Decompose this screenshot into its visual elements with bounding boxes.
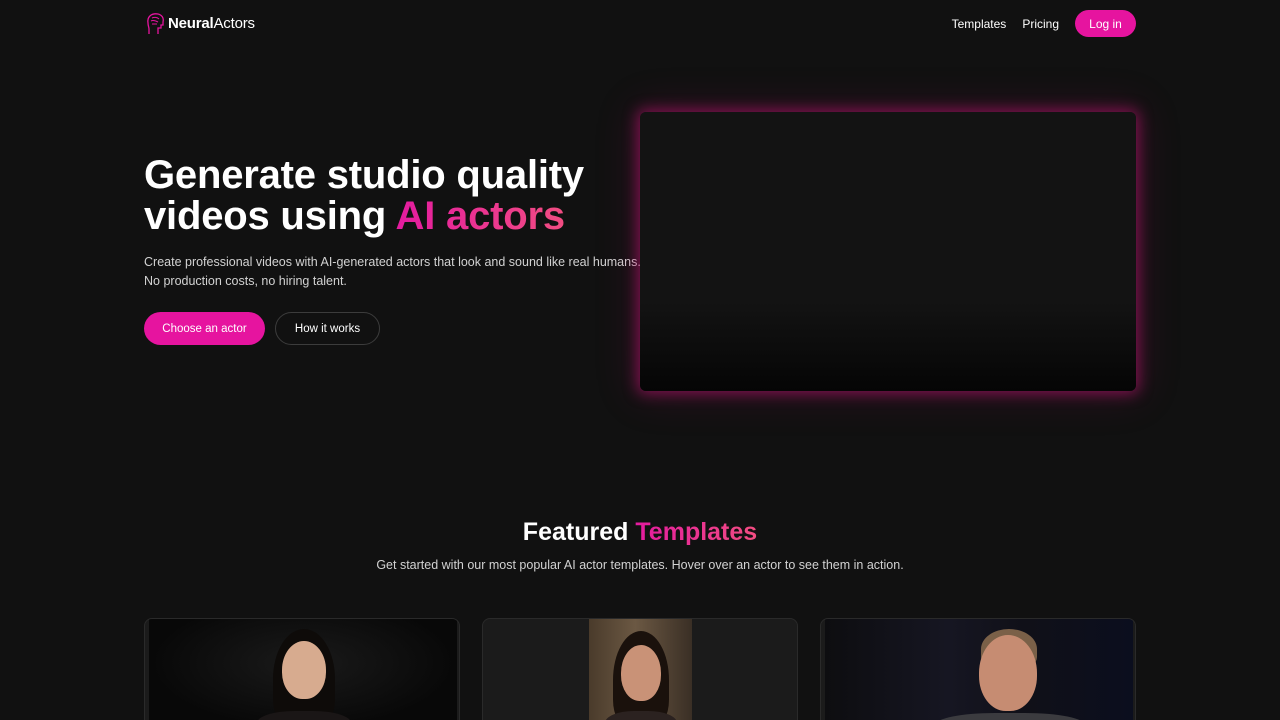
- actor-torso: [257, 711, 351, 720]
- how-it-works-button[interactable]: How it works: [275, 312, 380, 345]
- login-button[interactable]: Log in: [1075, 10, 1136, 37]
- hero-video-player[interactable]: [640, 112, 1136, 391]
- hero-title-highlight: AI actors: [395, 194, 566, 238]
- logo-text-regular: Actors: [213, 15, 256, 32]
- logo-text: NeuralActors: [168, 15, 255, 32]
- template-card[interactable]: [144, 618, 460, 720]
- brain-head-icon: [147, 12, 164, 34]
- featured-title-plain: Featured: [522, 518, 629, 546]
- choose-actor-button[interactable]: Choose an actor: [144, 312, 265, 345]
- page: NeuralActors Templates Pricing Log in Ge…: [0, 0, 1280, 720]
- actor-face: [621, 645, 661, 701]
- hero-subtitle: Create professional videos with AI-gener…: [144, 255, 641, 288]
- featured-title-highlight: Templates: [635, 518, 758, 546]
- actor-torso: [935, 713, 1085, 720]
- logo-text-bold: Neural: [168, 15, 214, 32]
- hero-title: Generate studio quality videos using AI …: [144, 155, 644, 237]
- featured-subtitle: Get started with our most popular AI act…: [376, 558, 904, 572]
- hero-title-line2: videos using: [144, 194, 387, 238]
- nav-templates[interactable]: Templates: [952, 17, 1007, 31]
- nav-pricing[interactable]: Pricing: [1022, 17, 1059, 31]
- actor-thumbnail: [825, 619, 1133, 720]
- actor-face: [282, 641, 326, 699]
- template-card[interactable]: [482, 618, 798, 720]
- logo[interactable]: NeuralActors: [144, 12, 255, 36]
- actor-thumbnail: [589, 619, 692, 720]
- hero-title-line1: Generate studio quality: [144, 153, 584, 197]
- featured-title: Featured Templates: [0, 516, 1280, 548]
- main-nav: Templates Pricing Log in: [952, 10, 1136, 37]
- actor-face: [979, 635, 1037, 711]
- template-card[interactable]: [820, 618, 1136, 720]
- site-header: NeuralActors Templates Pricing Log in: [144, 0, 1136, 47]
- actor-thumbnail: [149, 619, 457, 720]
